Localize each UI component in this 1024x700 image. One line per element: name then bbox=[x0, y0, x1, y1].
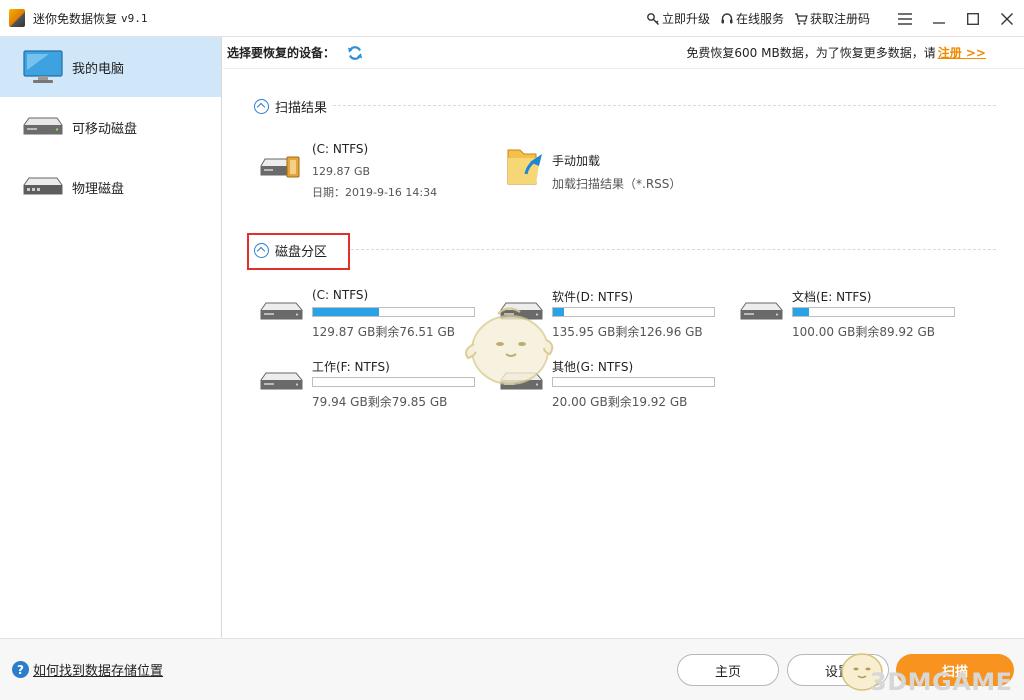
headset-icon bbox=[721, 12, 733, 23]
sidebar-item-my-computer[interactable]: 我的电脑 bbox=[0, 37, 221, 97]
app-version: v9.1 bbox=[121, 11, 148, 25]
minimize-button[interactable] bbox=[922, 0, 956, 37]
device-bar: 选择要恢复的设备： 免费恢复600 MB数据，为了恢复更多数据，请 注册 >> bbox=[223, 37, 1024, 69]
sidebar-item-label: 我的电脑 bbox=[72, 61, 125, 77]
maximize-button[interactable] bbox=[956, 0, 990, 37]
partition-name: (C: NTFS) bbox=[312, 288, 369, 302]
sidebar-item-label: 可移动磁盘 bbox=[72, 121, 138, 137]
key-icon bbox=[647, 12, 659, 25]
menu-button[interactable] bbox=[888, 0, 922, 37]
sidebar-item-removable-disk[interactable]: 可移动磁盘 bbox=[0, 97, 221, 157]
partition-name: 文档(E: NTFS) bbox=[792, 290, 872, 304]
partition-usage-fill bbox=[793, 308, 810, 316]
menu-icon bbox=[898, 12, 912, 25]
removable-disk-icon bbox=[23, 117, 63, 135]
physical-disk-icon bbox=[23, 177, 63, 195]
get-code-label: 获取注册码 bbox=[810, 12, 871, 26]
device-bar-label: 选择要恢复的设备： bbox=[227, 46, 336, 60]
upgrade-label: 立即升级 bbox=[662, 12, 711, 26]
free-quota-note: 免费恢复600 MB数据，为了恢复更多数据，请 注册 >> bbox=[686, 44, 986, 61]
minimize-icon bbox=[933, 21, 945, 24]
sidebar: 我的电脑 可移动磁盘 物理磁盘 bbox=[0, 37, 222, 638]
cart-icon bbox=[795, 12, 808, 25]
partition-item-f[interactable]: 工作(F: NTFS) 79.94 GB剩余79.85 GB bbox=[260, 358, 480, 410]
sidebar-item-physical-disk[interactable]: 物理磁盘 bbox=[0, 157, 221, 217]
partition-item-e[interactable]: 文档(E: NTFS) 100.00 GB剩余89.92 GB bbox=[740, 288, 960, 340]
scan-entry-name: (C: NTFS) bbox=[312, 142, 369, 156]
partition-usage-text: 79.94 GB剩余79.85 GB bbox=[312, 395, 448, 409]
partition-name: 其他(G: NTFS) bbox=[552, 360, 634, 374]
partitions-title: 磁盘分区 bbox=[275, 245, 328, 260]
monitor-icon bbox=[23, 50, 63, 83]
partition-usage-text: 135.95 GB剩余126.96 GB bbox=[552, 325, 703, 339]
help-link[interactable]: ? 如何找到数据存储位置 bbox=[12, 660, 163, 679]
free-quota-text: 免费恢复600 MB数据，为了恢复更多数据，请 bbox=[686, 46, 936, 60]
get-code-link[interactable]: 获取注册码 bbox=[794, 10, 870, 27]
close-icon bbox=[1001, 12, 1013, 25]
scan-entry-date: 日期：2019-9-16 14:34 bbox=[312, 186, 438, 199]
app-logo-icon bbox=[9, 9, 25, 27]
scan-results-title: 扫描结果 bbox=[275, 101, 328, 116]
partition-item-c[interactable]: (C: NTFS) 129.87 GB剩余76.51 GB bbox=[260, 288, 480, 340]
register-link[interactable]: 注册 >> bbox=[938, 46, 986, 60]
manual-load-desc: 加载扫描结果（*.RSS） bbox=[552, 177, 682, 191]
partition-usage-bar bbox=[552, 307, 715, 317]
partition-usage-bar bbox=[552, 377, 715, 387]
manual-load-entry[interactable]: 手动加载 加载扫描结果（*.RSS） bbox=[506, 144, 736, 192]
partition-usage-bar bbox=[312, 377, 475, 387]
online-service-link[interactable]: 在线服务 bbox=[720, 10, 784, 27]
main-panel: 扫描结果 (C: NTFS) 129.87 GB 日期：2019-9-16 14… bbox=[223, 70, 1024, 638]
partition-usage-text: 20.00 GB剩余19.92 GB bbox=[552, 395, 688, 409]
partitions-header: 磁盘分区 bbox=[254, 241, 327, 260]
folder-open-icon bbox=[507, 149, 542, 185]
scan-entry-size: 129.87 GB bbox=[312, 165, 371, 178]
online-service-label: 在线服务 bbox=[736, 12, 785, 26]
window-controls bbox=[888, 0, 1024, 37]
collapse-toggle-icon[interactable] bbox=[254, 243, 269, 258]
partition-name: 工作(F: NTFS) bbox=[312, 360, 390, 374]
scan-results-header: 扫描结果 bbox=[254, 97, 327, 116]
partition-usage-bar bbox=[312, 307, 475, 317]
help-link-text: 如何找到数据存储位置 bbox=[33, 664, 164, 679]
help-question-icon: ? bbox=[12, 661, 29, 678]
watermark-mascot-icon bbox=[465, 307, 554, 385]
section-divider bbox=[351, 249, 996, 250]
partition-name: 软件(D: NTFS) bbox=[552, 290, 634, 304]
partition-usage-fill bbox=[313, 308, 379, 316]
drive-with-record-icon bbox=[260, 156, 300, 178]
close-button[interactable] bbox=[990, 0, 1024, 37]
hard-drive-icon bbox=[260, 302, 303, 320]
partition-usage-text: 100.00 GB剩余89.92 GB bbox=[792, 325, 936, 339]
hard-drive-icon bbox=[260, 372, 303, 390]
titlebar-links: 立即升级 在线服务 获取注册码 bbox=[646, 0, 880, 37]
scan-result-entry[interactable]: (C: NTFS) 129.87 GB 日期：2019-9-16 14:34 bbox=[260, 140, 470, 200]
title-bar: 迷你免数据恢复 v9.1 立即升级 在线服务 获取注册码 bbox=[0, 0, 1024, 37]
maximize-icon bbox=[967, 12, 979, 25]
partition-usage-bar bbox=[792, 307, 955, 317]
hard-drive-icon bbox=[740, 302, 783, 320]
watermark-text: 3DMGAME bbox=[870, 668, 1013, 696]
section-divider bbox=[333, 105, 996, 106]
app-title: 迷你免数据恢复 bbox=[33, 11, 118, 26]
upgrade-link[interactable]: 立即升级 bbox=[646, 10, 710, 27]
sidebar-item-label: 物理磁盘 bbox=[72, 181, 125, 197]
collapse-toggle-icon[interactable] bbox=[254, 99, 269, 114]
home-button[interactable]: 主页 bbox=[677, 654, 779, 686]
refresh-icon[interactable] bbox=[347, 45, 363, 61]
manual-load-name: 手动加载 bbox=[552, 154, 601, 168]
partition-usage-text: 129.87 GB剩余76.51 GB bbox=[312, 325, 456, 339]
